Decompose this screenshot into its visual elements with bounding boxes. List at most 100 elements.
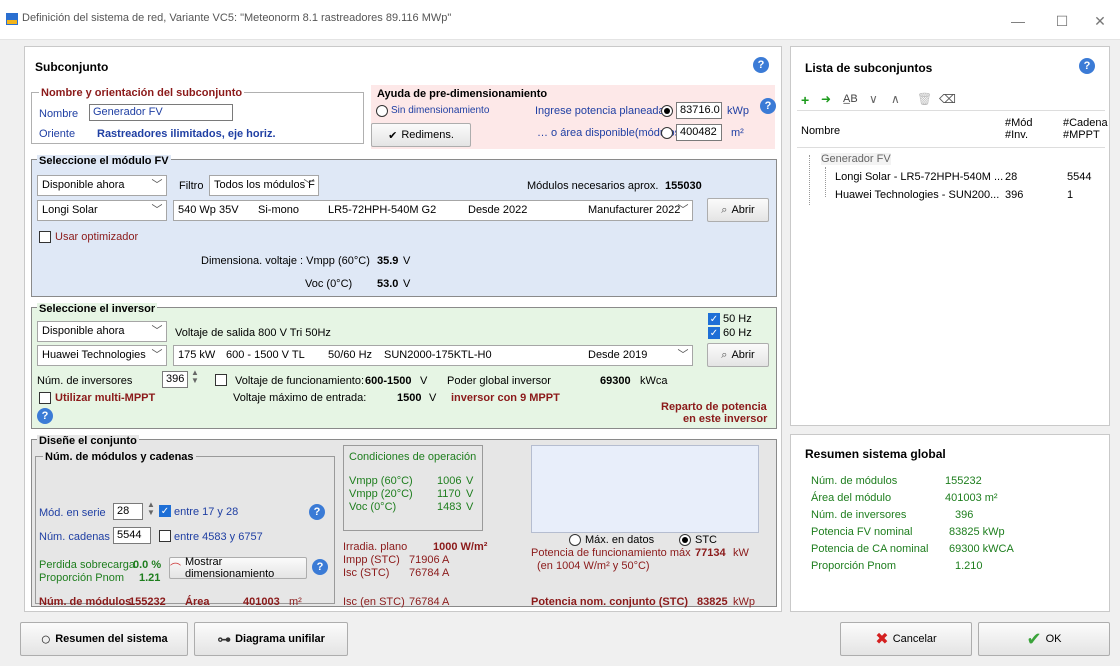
power-unit: kWp [727, 105, 749, 117]
strings-range-checkbox[interactable] [159, 530, 171, 542]
rename-icon[interactable]: A̲B [843, 93, 858, 105]
multi-mppt-label: Utilizar multi-MPPT [55, 392, 156, 404]
summary-panel: Resumen sistema global Núm. de módulos 1… [790, 434, 1110, 612]
ok-button[interactable]: ✔ OK [978, 622, 1110, 656]
module-heading: Seleccione el módulo FV [37, 155, 171, 167]
help-icon[interactable]: ? [753, 57, 769, 73]
search-icon: ⌕ [721, 203, 728, 216]
chevron-down-icon[interactable]: ∨ [869, 92, 878, 106]
inverter-model-select[interactable]: 175 kW 600 - 1500 V TL 50/60 Hz SUN2000-… [173, 345, 693, 366]
sizing-preview [531, 445, 759, 533]
inverter-maker-select[interactable]: Huawei Technologies ﹀ [37, 345, 167, 366]
series-spinner[interactable]: ▲ ▼ [147, 501, 155, 517]
series-input[interactable]: 28 [113, 503, 143, 520]
system-summary-button[interactable]: ○ Resumen del sistema [20, 622, 188, 656]
vmpp-label: Dimensiona. voltaje : Vmpp (60°C) [201, 255, 370, 267]
chevron-down-icon: ﹀ [303, 179, 315, 191]
isc-at-stc-value: 76784 A [409, 596, 450, 608]
row-name: Huawei Technologies - SUN200... [835, 189, 1000, 201]
hz50-checkbox[interactable]: ✓ [708, 313, 720, 325]
chevron-down-icon: ﹀ [677, 204, 689, 216]
op-power-cond: (en 1004 W/m² y 50°C) [537, 560, 650, 572]
title-bar: Definición del sistema de red, Variante … [0, 0, 1120, 40]
op-voltage-value: 600-1500 [365, 375, 412, 387]
series-label: Mód. en serie [39, 507, 106, 519]
name-input[interactable]: Generador FV [89, 104, 233, 121]
power-label: Ingrese potencia planeada [535, 105, 665, 117]
cond-voc-label: Voc (0°C) [349, 501, 397, 513]
presize-help-icon[interactable]: ? [760, 98, 776, 114]
maximize-button[interactable]: ☐ [1042, 6, 1082, 36]
tree-root[interactable]: Generador FV [821, 153, 891, 165]
inverter-open-button[interactable]: ⌕ Abrir [707, 343, 769, 367]
max-data-radio[interactable] [569, 534, 581, 546]
show-sizing-button[interactable]: ⌒ Mostrar dimensionamiento [169, 556, 307, 580]
isc-at-stc-label: Isc (en STC) [343, 596, 405, 608]
minimize-button[interactable]: — [998, 6, 1038, 36]
optimizer-label: Usar optimizador [55, 231, 139, 243]
inverter-availability-select[interactable]: Disponible ahora ﹀ [37, 321, 167, 342]
chevron-down-icon: ﹀ [151, 179, 163, 191]
name-group-title: Nombre y orientación del subconjunto [39, 87, 245, 99]
chevron-up-icon[interactable]: ∧ [891, 92, 900, 106]
module-open-button[interactable]: ⌕ Abrir [707, 198, 769, 222]
subset-heading: Subconjunto [35, 60, 109, 74]
summary-value: 69300 kWCA [949, 543, 1014, 555]
cond-vmpp60-unit: V [466, 475, 474, 487]
col-mod-1: #Mód [1005, 117, 1033, 129]
hz50-label: 50 Hz [723, 313, 752, 325]
stc-radio[interactable] [679, 534, 691, 546]
diagram-icon: ⊶ [217, 630, 232, 647]
module-filter-select[interactable]: Todos los módulos F ﹀ [209, 175, 319, 196]
area-input[interactable]: 400482 [676, 124, 722, 141]
strings-input[interactable]: 5544 [113, 527, 151, 544]
max-data-label: Máx. en datos [585, 534, 655, 546]
hz60-checkbox[interactable]: ✓ [708, 327, 720, 339]
area-radio[interactable] [661, 127, 673, 139]
series-range-checkbox[interactable]: ✓ [159, 505, 171, 517]
mppt-note: inversor con 9 MPPT [451, 392, 560, 404]
inverter-count-input[interactable]: 396 [162, 371, 188, 388]
no-sizing-radio[interactable] [376, 105, 388, 117]
optimizer-checkbox[interactable] [39, 231, 51, 243]
magnifier-icon: ○ [40, 628, 52, 649]
power-input[interactable]: 83716.0 [676, 102, 722, 119]
area-label: Área [185, 596, 210, 608]
summary-label: Núm. de inversores [811, 509, 907, 521]
resize-button[interactable]: ✔ Redimens. [371, 123, 471, 147]
add-icon[interactable]: + [801, 92, 809, 108]
col-str-2: #MPPT [1063, 129, 1100, 141]
sizing-help-icon[interactable]: ? [312, 559, 328, 575]
nom-power-unit: kWp [733, 596, 755, 608]
pnom-label: Proporción Pnom [39, 572, 124, 584]
series-help-icon[interactable]: ? [309, 504, 325, 520]
row-value-b: 5544 [1067, 171, 1092, 183]
global-power-value: 69300 [600, 375, 631, 387]
eraser-icon[interactable]: ⌫ [939, 92, 956, 106]
inverter-help-icon[interactable]: ? [37, 408, 53, 424]
close-button[interactable]: ✕ [1080, 6, 1120, 36]
op-voltage-checkbox[interactable] [215, 374, 227, 386]
module-availability-select[interactable]: Disponible ahora ﹀ [37, 175, 167, 196]
op-power-label: Potencia de funcionamiento máx [531, 547, 691, 559]
single-line-diagram-button[interactable]: ⊶ Diagrama unifilar [194, 622, 348, 656]
summary-label: Núm. de módulos [811, 475, 898, 487]
list-help-icon[interactable]: ? [1079, 58, 1095, 74]
count-spinner[interactable]: ▲ ▼ [191, 369, 199, 385]
multi-mppt-checkbox[interactable] [39, 392, 51, 404]
irr-value: 1000 W/m² [433, 541, 488, 553]
power-radio[interactable] [661, 105, 673, 117]
summary-label: Área del módulo [811, 492, 892, 504]
orient-value: Rastreadores ilimitados, eje horiz. [97, 128, 276, 140]
trash-icon[interactable]: 🗑 [917, 92, 932, 106]
cancel-button[interactable]: ✖ Cancelar [840, 622, 972, 656]
cond-voc-value: 1483 [437, 501, 462, 513]
cond-voc-unit: V [466, 501, 474, 513]
arrow-right-icon[interactable]: ➜ [821, 92, 831, 106]
strings-range: entre 4583 y 6757 [174, 531, 263, 543]
module-maker-select[interactable]: Longi Solar ﹀ [37, 200, 167, 221]
impp-label: Impp (STC) [343, 554, 400, 566]
overload-value: 0.0 % [133, 559, 162, 571]
module-model-select[interactable]: 540 Wp 35V Si-mono LR5-72HPH-540M G2 Des… [173, 200, 693, 221]
nom-power-label: Potencia nom. conjunto (STC) [531, 596, 689, 608]
